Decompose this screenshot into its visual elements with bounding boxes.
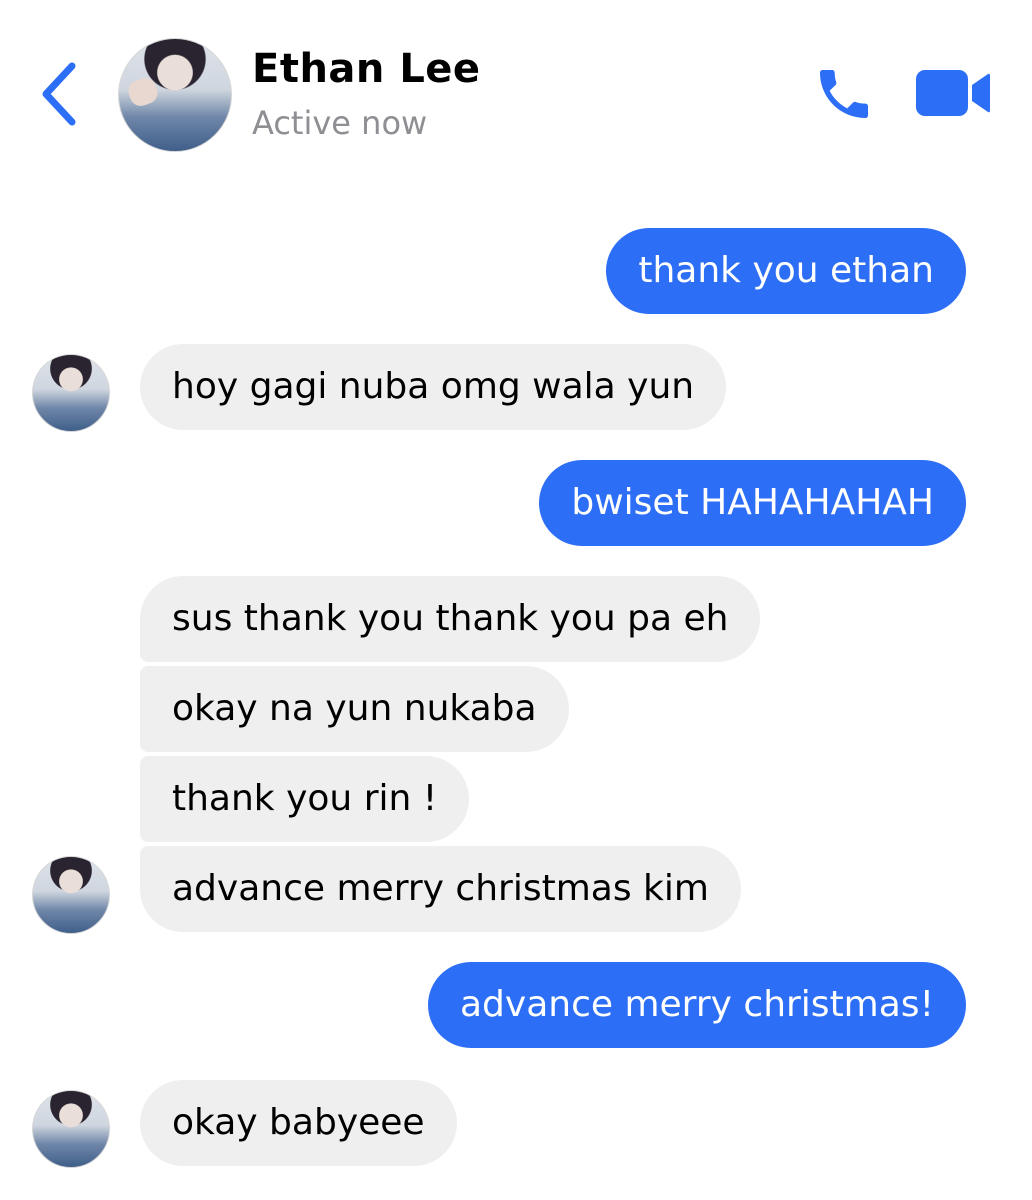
- voice-call-button[interactable]: [812, 62, 876, 126]
- message-bubble-incoming[interactable]: sus thank you thank you pa eh: [140, 576, 761, 662]
- back-button[interactable]: [34, 58, 90, 130]
- video-call-button[interactable]: [914, 66, 992, 120]
- chat-header: Ethan Lee Active now: [0, 0, 1032, 170]
- message-bubble-incoming[interactable]: advance merry christmas kim: [140, 846, 741, 932]
- message-bubble-incoming[interactable]: okay na yun nukaba: [140, 666, 569, 752]
- phone-icon: [820, 70, 868, 118]
- contact-name[interactable]: Ethan Lee: [252, 46, 481, 92]
- message-bubble-outgoing[interactable]: advance merry christmas!: [427, 962, 966, 1048]
- message-bubble-outgoing[interactable]: thank you ethan: [606, 228, 966, 314]
- message-bubble-outgoing[interactable]: bwiset HAHAHAHAH: [539, 460, 966, 546]
- message-bubble-incoming[interactable]: thank you rin !: [140, 756, 470, 842]
- contact-avatar-small[interactable]: [32, 856, 110, 934]
- chevron-left-icon: [42, 62, 76, 126]
- contact-avatar-small[interactable]: [32, 354, 110, 432]
- video-camera-icon: [916, 70, 990, 116]
- message-bubble-incoming[interactable]: okay babyeee: [140, 1080, 457, 1166]
- message-bubble-incoming[interactable]: hoy gagi nuba omg wala yun: [140, 344, 727, 430]
- contact-avatar-small[interactable]: [32, 1090, 110, 1168]
- active-status: Active now: [252, 104, 428, 142]
- contact-avatar[interactable]: [118, 38, 232, 152]
